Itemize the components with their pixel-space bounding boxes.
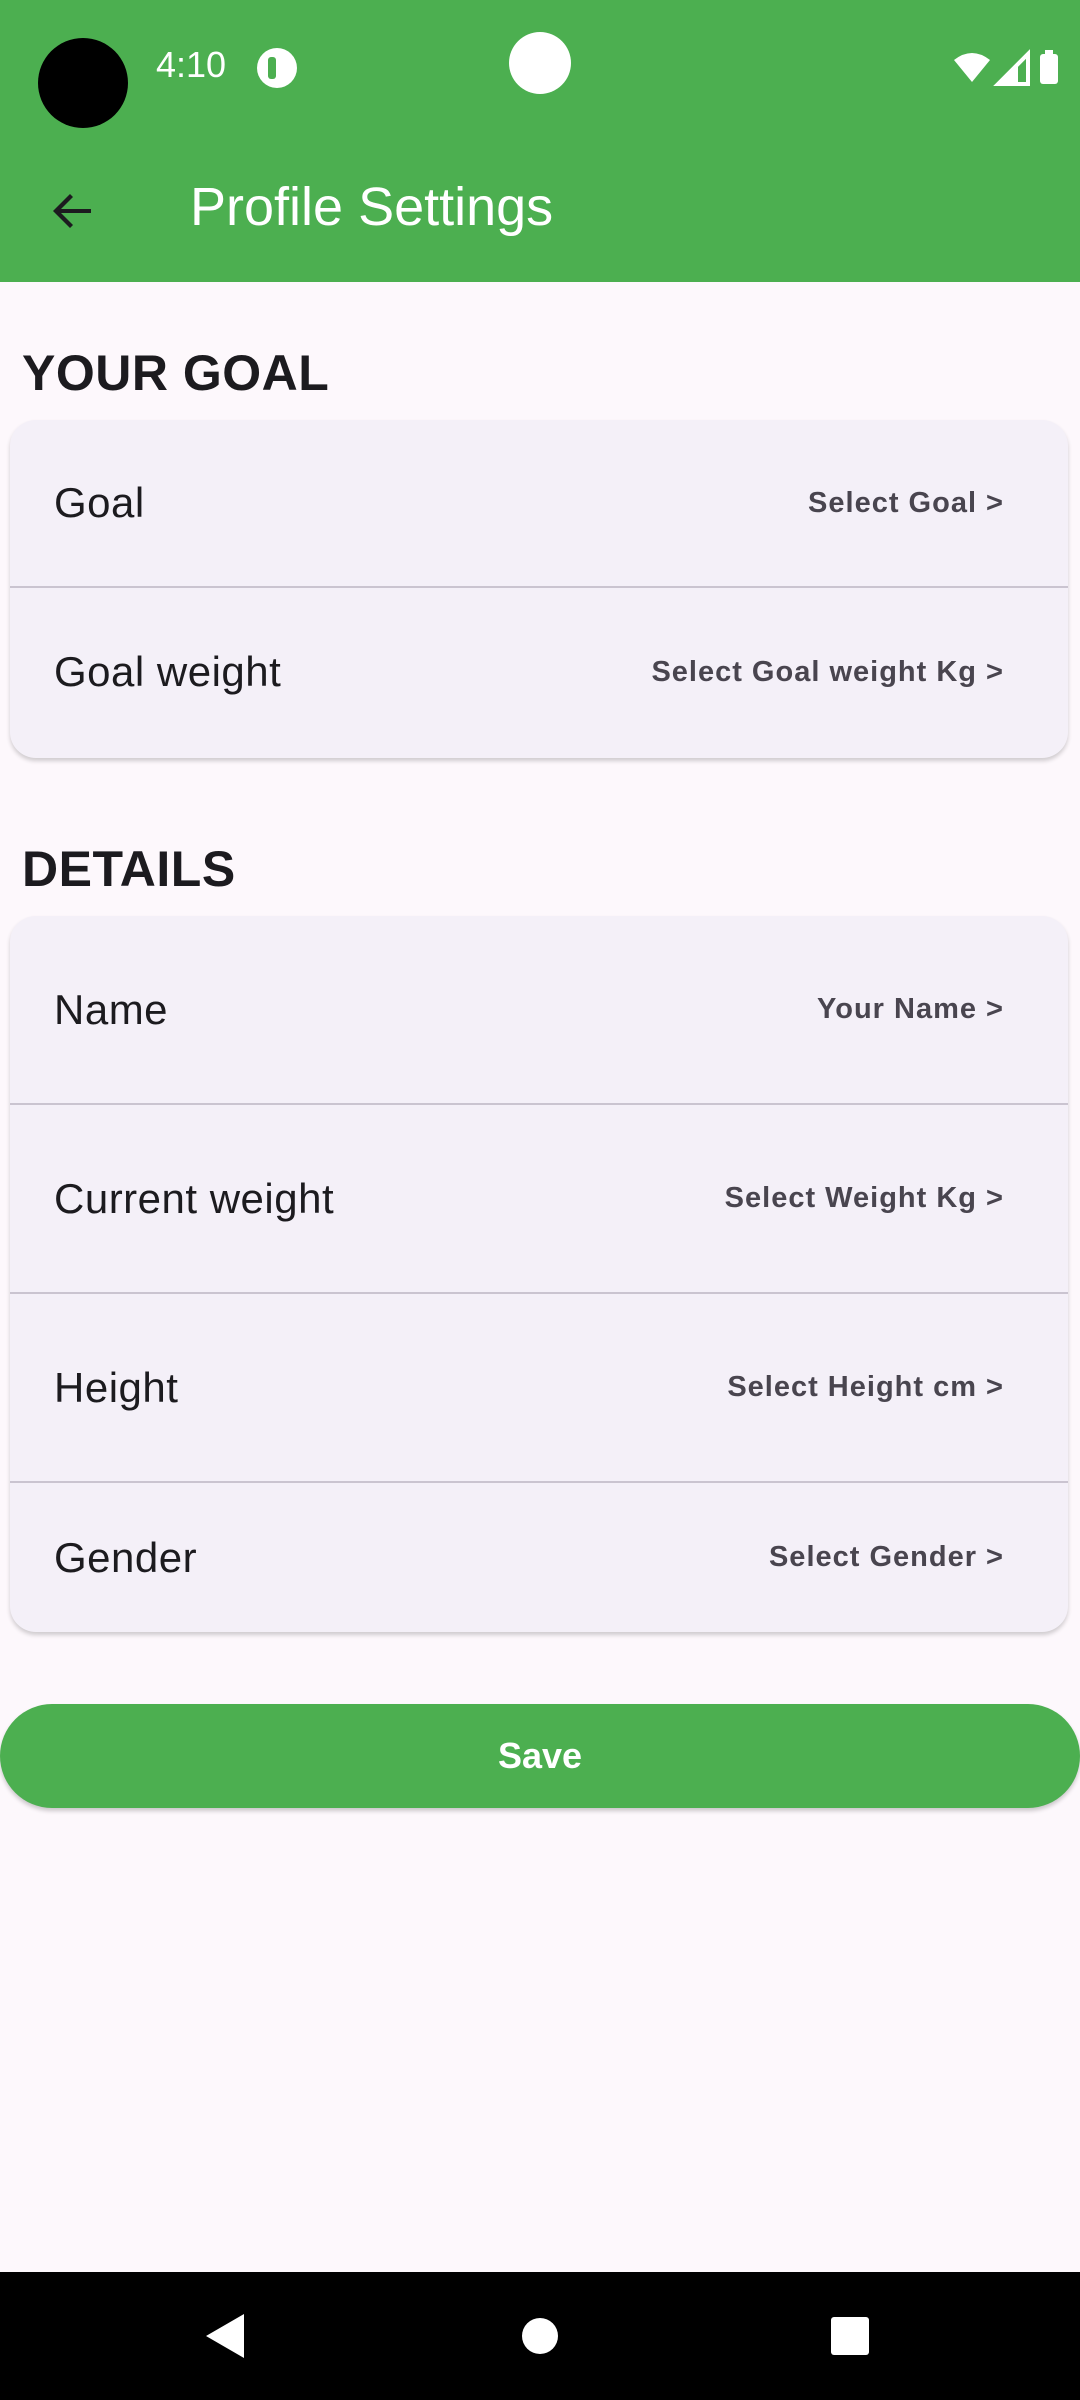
system-nav-bar: [0, 2272, 1080, 2400]
row-goal[interactable]: Goal Select Goal >: [10, 420, 1068, 588]
row-name[interactable]: Name Your Name >: [10, 916, 1068, 1105]
battery-icon: [1040, 54, 1058, 84]
row-label: Goal weight: [54, 648, 282, 695]
row-value[interactable]: Select Weight Kg >: [725, 1182, 1004, 1215]
row-value[interactable]: Select Height cm >: [727, 1371, 1004, 1404]
row-height[interactable]: Height Select Height cm >: [10, 1294, 1068, 1483]
back-triangle-icon: [206, 2314, 244, 2358]
row-gender[interactable]: Gender Select Gender >: [10, 1483, 1068, 1632]
details-card: Name Your Name > Current weight Select W…: [10, 916, 1068, 1632]
row-goal-weight[interactable]: Goal weight Select Goal weight Kg >: [10, 588, 1068, 756]
section-title-details: DETAILS: [22, 841, 236, 897]
home-circle-icon: [522, 2318, 558, 2354]
camera-cutout: [38, 38, 128, 128]
wifi-icon: [954, 53, 990, 82]
front-camera-icon: [509, 32, 571, 94]
app-bar: 4:10 Profile Settings: [0, 0, 1080, 282]
notification-app-icon: [257, 48, 297, 88]
row-current-weight[interactable]: Current weight Select Weight Kg >: [10, 1105, 1068, 1294]
nav-back-button[interactable]: [166, 2272, 286, 2400]
row-value[interactable]: Select Gender >: [769, 1541, 1004, 1574]
nav-home-button[interactable]: [480, 2272, 600, 2400]
page-title: Profile Settings: [190, 177, 554, 237]
row-value[interactable]: Select Goal weight Kg >: [651, 656, 1004, 689]
row-value[interactable]: Your Name >: [817, 993, 1004, 1026]
system-icons: [952, 48, 1062, 88]
status-bar: 4:10: [0, 0, 1080, 140]
row-label: Height: [54, 1363, 179, 1411]
save-button[interactable]: Save: [0, 1704, 1080, 1808]
nav-recents-button[interactable]: [790, 2272, 910, 2400]
recents-square-icon: [831, 2317, 869, 2355]
row-label: Name: [54, 985, 169, 1033]
section-title-your-goal: YOUR GOAL: [22, 345, 330, 401]
arrow-back-icon: [53, 194, 91, 228]
row-label: Goal: [54, 479, 145, 526]
row-label: Current weight: [54, 1174, 335, 1222]
goal-card: Goal Select Goal > Goal weight Select Go…: [10, 420, 1068, 758]
back-button[interactable]: [32, 170, 114, 252]
status-time: 4:10: [156, 44, 227, 85]
row-label: Gender: [54, 1533, 198, 1581]
row-value[interactable]: Select Goal >: [808, 487, 1004, 520]
